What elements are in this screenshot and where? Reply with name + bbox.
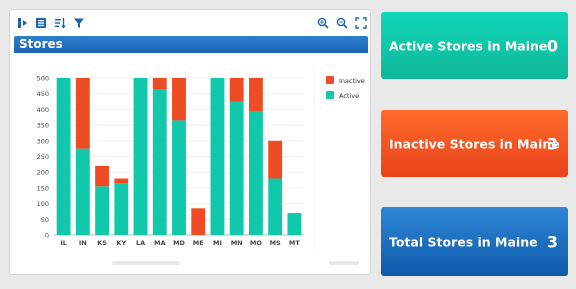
bar-inactive-mn bbox=[229, 78, 244, 102]
bar-inactive-ma bbox=[152, 78, 167, 89]
legend-inactive-label: Inactive bbox=[339, 77, 365, 85]
stores-chart-panel: Stores 0 50 100 150 200 250 300 350 400 450 500 IL I… bbox=[9, 9, 371, 275]
y-tick-label: 400 bbox=[37, 106, 49, 114]
stacked-bar-chart: 0 50 100 150 200 250 300 350 400 450 500 IL IN KS KY LA… bbox=[14, 55, 368, 270]
chart-svg: 0 50 100 150 200 250 300 350 400 450 500 IL IN KS KY LA… bbox=[37, 65, 365, 265]
y-tick-label: 50 bbox=[41, 216, 49, 224]
y-tick-label: 100 bbox=[37, 200, 49, 208]
bar-active-mt bbox=[287, 213, 302, 235]
y-tick-label: 500 bbox=[37, 75, 49, 83]
x-tick-label: LA bbox=[136, 239, 145, 247]
filter-icon[interactable] bbox=[71, 15, 87, 31]
x-tick-label: IN bbox=[79, 239, 87, 247]
bar-inactive-in bbox=[75, 78, 90, 149]
x-tick-label: MA bbox=[154, 239, 166, 247]
x-tick-label: MI bbox=[213, 239, 222, 247]
kpi-label: Total Stores in Maine bbox=[389, 234, 538, 249]
chart-toolbar bbox=[10, 10, 370, 36]
zoom-in-icon[interactable] bbox=[315, 15, 331, 31]
bar-active-mi bbox=[210, 78, 225, 235]
export-icon[interactable] bbox=[15, 15, 31, 31]
kpi-value: 3 bbox=[546, 134, 558, 153]
bar-active-in bbox=[75, 148, 90, 235]
bar-inactive-ks bbox=[95, 165, 109, 187]
x-tick-label: ME bbox=[193, 239, 204, 247]
kpi-label: Active Stores in Maine bbox=[389, 38, 548, 53]
kpi-label: Inactive Stores in Maine bbox=[389, 136, 560, 151]
horizontal-scrollbar bbox=[112, 261, 180, 265]
y-tick-label: 250 bbox=[37, 153, 49, 161]
bar-active-ky bbox=[114, 183, 129, 235]
y-tick-label: 200 bbox=[37, 169, 49, 177]
bar-active-il bbox=[56, 78, 71, 235]
chart-title: Stores bbox=[19, 37, 63, 51]
x-tick-label: MD bbox=[173, 239, 185, 247]
sort-icon[interactable] bbox=[52, 15, 68, 31]
y-tick-label: 150 bbox=[37, 184, 49, 192]
kpi-total-stores: Total Stores in Maine 3 bbox=[381, 207, 568, 276]
zoom-out-icon[interactable] bbox=[334, 15, 350, 31]
kpi-inactive-stores: Inactive Stores in Maine 3 bbox=[381, 110, 568, 177]
grid-icon[interactable] bbox=[33, 15, 49, 31]
x-tick-label: MN bbox=[231, 239, 243, 247]
bar-active-ms bbox=[268, 178, 283, 235]
kpi-value: 3 bbox=[546, 232, 558, 251]
fullscreen-icon[interactable] bbox=[353, 15, 369, 31]
bar-active-mn bbox=[229, 101, 244, 235]
x-tick-label: MS bbox=[270, 239, 281, 247]
x-tick-label: MO bbox=[250, 239, 262, 247]
kpi-active-stores: Active Stores in Maine 0 bbox=[381, 12, 568, 79]
legend-active-swatch bbox=[326, 91, 334, 99]
x-tick-label: MT bbox=[289, 239, 300, 247]
bar-active-ma bbox=[152, 88, 167, 235]
bar-inactive-ky bbox=[114, 178, 129, 184]
bar-inactive-mo bbox=[249, 78, 263, 111]
y-tick-label: 450 bbox=[37, 90, 49, 98]
bar-active-ks bbox=[95, 186, 109, 235]
y-tick-label: 300 bbox=[37, 137, 49, 145]
x-tick-label: KS bbox=[97, 239, 107, 247]
x-tick-label: IL bbox=[60, 239, 67, 247]
legend-inactive-swatch bbox=[326, 76, 334, 84]
bar-inactive-md bbox=[172, 78, 186, 121]
bar-inactive-ms bbox=[268, 140, 283, 179]
bar-active-md bbox=[172, 120, 186, 235]
y-tick-label: 350 bbox=[37, 122, 49, 130]
bar-active-mo bbox=[249, 110, 263, 235]
bar-active-la bbox=[133, 78, 148, 235]
chart-title-bar: Stores bbox=[14, 36, 368, 53]
legend-active-label: Active bbox=[339, 92, 359, 100]
x-tick-label: KY bbox=[116, 239, 126, 247]
bar-inactive-me bbox=[191, 208, 206, 235]
kpi-value: 0 bbox=[546, 36, 558, 55]
y-tick-label: 0 bbox=[45, 232, 49, 240]
legend-scrollbar bbox=[329, 261, 359, 265]
